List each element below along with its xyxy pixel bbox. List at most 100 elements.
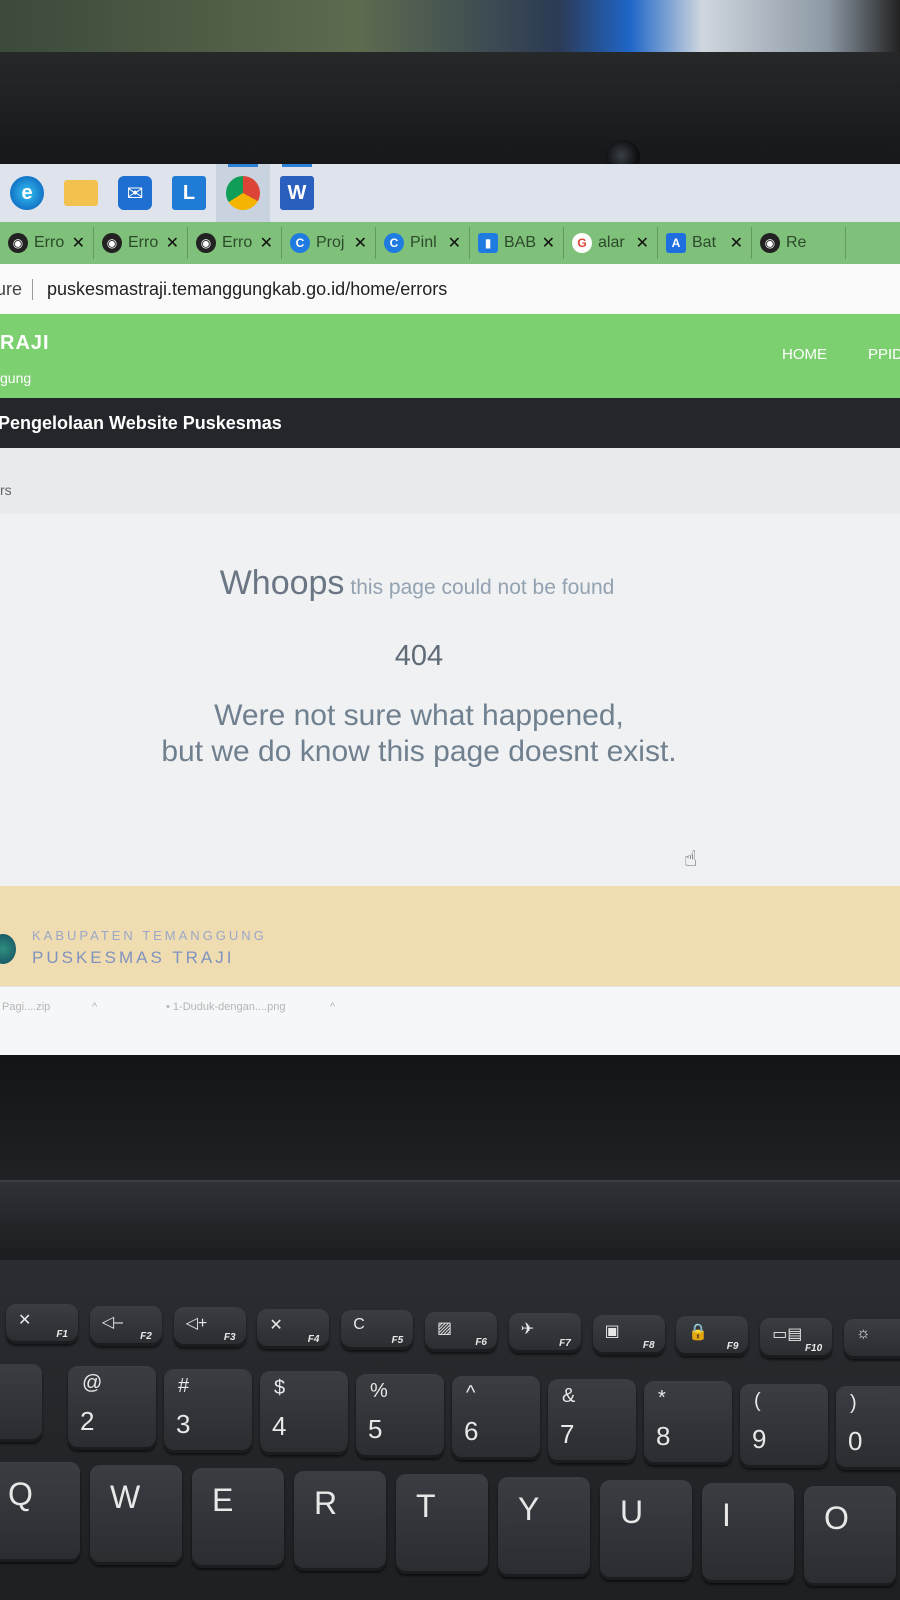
letter-key-label: Q (8, 1476, 33, 1512)
browser-tab-strip: ◉ Erro ✕ ◉ Erro ✕ ◉ Erro ✕ C Proj ✕ C Pinl ✕ ▮ BAB ✕ Galar… (0, 222, 900, 264)
laptop-bezel-bottom (0, 1055, 900, 1185)
error-heading: Whoops this page could not be found (0, 564, 834, 603)
taskbar-file-explorer[interactable] (54, 164, 108, 222)
taskbar-mail[interactable]: ✉ (108, 164, 162, 222)
function-key[interactable]: C F5 (341, 1310, 414, 1350)
tab-label: Bat (692, 234, 717, 251)
letter-key-label: U (620, 1494, 644, 1530)
letter-key[interactable]: R (294, 1471, 386, 1571)
letter-key[interactable]: E (192, 1468, 284, 1568)
download-item-2[interactable]: • 1-Duduk-dengan....png (166, 1001, 285, 1013)
number-key-symbol: ( (754, 1389, 761, 1412)
tab-label: alar (598, 234, 625, 251)
error-message: Were not sure what happened, but we do k… (0, 698, 838, 770)
letter-key[interactable]: Q (0, 1462, 80, 1562)
browser-tab[interactable]: ◉ Re (752, 227, 846, 259)
browser-tab[interactable]: C Pinl ✕ (376, 227, 470, 259)
letter-key[interactable]: T (396, 1474, 488, 1574)
letter-key[interactable]: U (600, 1480, 692, 1580)
tab-label: BAB (504, 234, 537, 251)
function-key[interactable]: ✕ F1 (6, 1304, 78, 1344)
error-message-line-1: Were not sure what happened, (214, 699, 624, 732)
number-key[interactable]: ^ 6 (452, 1376, 540, 1460)
letter-key-label: T (416, 1488, 436, 1524)
word-icon: W (280, 176, 314, 210)
letter-key-label: I (722, 1497, 731, 1533)
browser-tab[interactable]: ▮ BAB ✕ (470, 227, 564, 259)
function-key-label: F6 (475, 1336, 487, 1348)
download-item-2-label: 1-Duduk-dengan....png (172, 1001, 286, 1013)
hand-cursor-icon: ☝ (684, 846, 698, 871)
letter-key-label: Y (518, 1491, 540, 1527)
browser-tab[interactable]: A Bat ✕ (658, 227, 752, 259)
taskbar-word[interactable]: W (270, 164, 324, 222)
close-icon[interactable]: ✕ (636, 233, 649, 253)
number-key-symbol: % (370, 1379, 388, 1402)
google-icon: G (572, 233, 592, 253)
function-key[interactable]: ◁– F2 (89, 1305, 162, 1346)
letter-key[interactable]: W (90, 1465, 182, 1565)
keyboard-deck: ✕ F1 ◁– F2 ◁+ F3 ✕ F4 C F5 ▨ F6 ✈ F7 ▣ F8 🔒 F9 ▭▤ F10 ☼ @2 #3 $… (0, 1260, 900, 1600)
nav-home-link[interactable]: HOME (782, 346, 827, 363)
close-icon[interactable]: ✕ (730, 233, 743, 253)
function-key[interactable]: ▣ F8 (592, 1314, 665, 1355)
function-key[interactable]: ☼ (844, 1319, 900, 1359)
close-icon[interactable]: ✕ (448, 233, 461, 253)
function-key[interactable]: ✈ F7 (508, 1313, 581, 1353)
function-key[interactable]: 🔒 F9 (676, 1316, 749, 1356)
number-key[interactable]: #3 (164, 1368, 252, 1453)
letter-key-label: E (212, 1482, 234, 1518)
key-1[interactable] (0, 1364, 42, 1442)
number-key[interactable]: (9 (740, 1383, 828, 1468)
function-key[interactable]: ▭▤ F10 (760, 1317, 833, 1358)
taskbar-edge[interactable]: e (0, 164, 54, 222)
function-key[interactable]: ▨ F6 (425, 1311, 497, 1352)
browser-tab[interactable]: ◉ Erro ✕ (188, 227, 282, 259)
function-key[interactable]: ◁+ F3 (173, 1307, 246, 1347)
number-key-digit: 2 (80, 1406, 95, 1436)
close-icon[interactable]: ✕ (354, 233, 367, 253)
letter-key[interactable]: I (702, 1483, 794, 1583)
browser-tab[interactable]: ◉ Erro ✕ (0, 227, 94, 259)
number-key[interactable]: % 5 (356, 1373, 444, 1458)
number-key[interactable]: & 7 (548, 1378, 636, 1463)
globe-icon: ◉ (8, 233, 28, 253)
nav-ppid-link[interactable]: PPID (868, 346, 900, 363)
browser-tab[interactable]: C Proj ✕ (282, 227, 376, 259)
url-text[interactable]: puskesmastraji.temanggungkab.go.id/home/… (33, 279, 447, 300)
browser-tab[interactable]: Galar ✕ (564, 227, 658, 259)
folder-icon (64, 180, 98, 206)
close-icon[interactable]: ✕ (260, 233, 273, 253)
chevron-up-icon[interactable]: ^ (92, 1001, 97, 1013)
chevron-up-icon[interactable]: ^ (330, 1001, 335, 1013)
close-icon[interactable]: ✕ (542, 233, 555, 253)
function-key-label: F7 (559, 1338, 571, 1349)
background-scene (0, 0, 900, 60)
letter-key[interactable]: Y (498, 1477, 590, 1577)
site-header: RAJI gung HOME PPID (0, 314, 900, 398)
download-item-1[interactable]: Pagi....zip (2, 1001, 50, 1013)
number-key[interactable]: * 8 (644, 1381, 732, 1465)
a-square-icon: A (666, 233, 686, 253)
camera-off-icon: ▣ (604, 1322, 620, 1340)
display-icon: ▭▤ (772, 1325, 803, 1343)
letter-key[interactable]: O (804, 1486, 896, 1586)
number-key[interactable]: $4 (260, 1371, 348, 1455)
taskbar-chrome[interactable] (216, 164, 270, 222)
function-key[interactable]: ✕ F4 (257, 1308, 330, 1349)
letter-key-label: R (314, 1485, 338, 1521)
number-key[interactable]: @2 (68, 1366, 156, 1450)
taskbar-app-l[interactable]: L (162, 164, 216, 222)
error-content: Whoops this page could not be found 404 W… (0, 514, 900, 886)
refresh-icon: C (353, 1316, 365, 1333)
browser-tab[interactable]: ◉ Erro ✕ (94, 227, 188, 259)
number-key[interactable]: ) 0 (836, 1386, 900, 1470)
number-key-symbol: ) (850, 1392, 857, 1414)
close-icon[interactable]: ✕ (166, 233, 179, 253)
connection-security-label[interactable]: ure (0, 278, 34, 300)
site-brand[interactable]: RAJI (0, 332, 50, 355)
c-circle-icon: C (290, 233, 310, 253)
address-bar[interactable]: ure puskesmastraji.temanggungkab.go.id/h… (0, 264, 900, 315)
close-icon[interactable]: ✕ (72, 233, 85, 253)
footer-kabupaten: KABUPATEN TEMANGGUNG (32, 928, 267, 943)
